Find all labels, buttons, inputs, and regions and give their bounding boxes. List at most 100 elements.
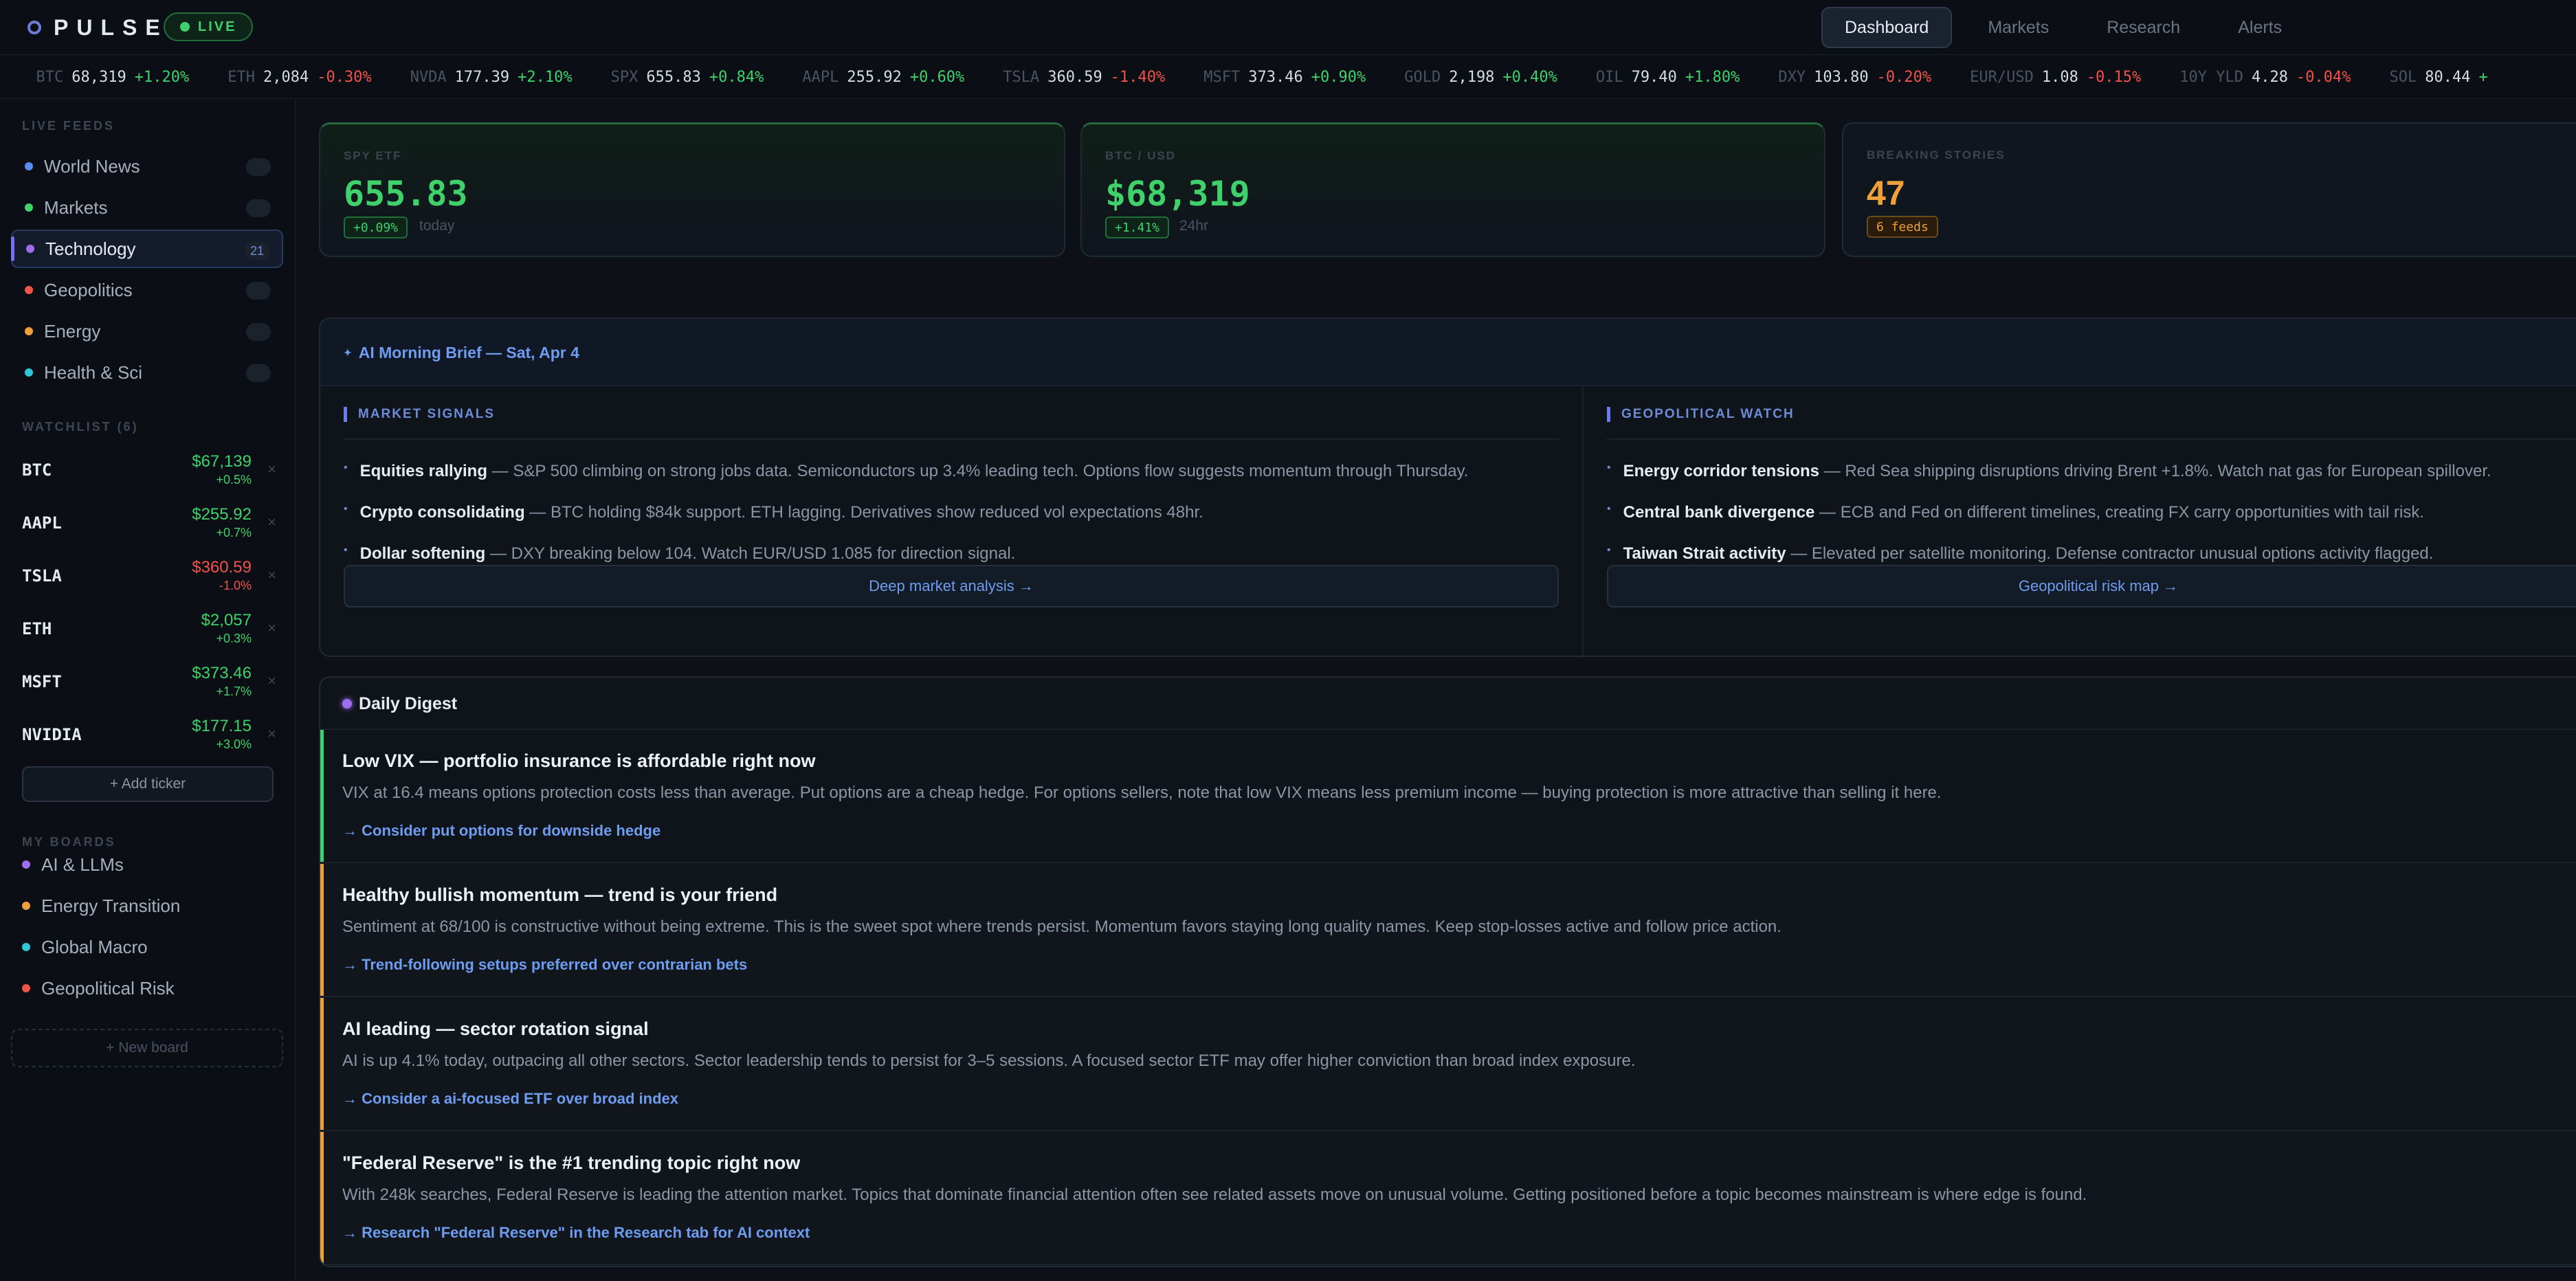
feed-count-badge: 21: [244, 242, 269, 260]
tab-research[interactable]: Research: [2085, 7, 2202, 48]
geopolitical-risk-map-button[interactable]: Geopolitical risk map →: [1607, 565, 2576, 608]
watchlist-label: WATCHLIST (6): [22, 420, 139, 434]
stat-feeds-badge: 6 feeds: [1867, 216, 1938, 238]
digest-item[interactable]: Healthy bullish momentum — trend is your…: [320, 864, 2576, 997]
stat-card-btc[interactable]: BTC / USD $68,319 +1.41% 24hr: [1080, 122, 1825, 257]
add-ticker-button[interactable]: + Add ticker: [22, 766, 274, 802]
digest-item-link[interactable]: → Trend-following setups preferred over …: [342, 956, 747, 974]
ticker-item[interactable]: ETH 2,084 -0.30%: [227, 69, 371, 86]
board-dot-icon: [22, 902, 30, 910]
digest-item-link[interactable]: → Research "Federal Reserve" in the Rese…: [342, 1224, 810, 1242]
digest-item-body: VIX at 16.4 means options protection cos…: [342, 783, 1942, 802]
tab-alerts[interactable]: Alerts: [2216, 7, 2304, 48]
digest-item-link[interactable]: → Consider a ai-focused ETF over broad i…: [342, 1090, 678, 1108]
watchlist-row[interactable]: NVIDIA $177.15 +3.0% ×: [22, 711, 276, 759]
ticker-item[interactable]: NVDA 177.39 +2.10%: [410, 69, 573, 86]
stat-sub: 24hr: [1179, 218, 1209, 234]
watchlist-row[interactable]: ETH $2,057 +0.3% ×: [22, 605, 276, 654]
ticker-symbol: SOL: [2389, 68, 2417, 86]
logo-ring-icon: [27, 21, 41, 34]
digest-item[interactable]: Low VIX — portfolio insurance is afforda…: [320, 730, 2576, 863]
watchlist-symbol: NVIDIA: [22, 725, 82, 744]
sparkle-icon: ✦: [344, 347, 352, 358]
board-dot-icon: [22, 943, 30, 951]
top-bar: PULSE LIVE Dashboard Markets Research Al…: [0, 0, 2576, 55]
ticker-item[interactable]: TSLA 360.59 -1.40%: [1003, 69, 1165, 86]
ticker-change: -1.40%: [1110, 68, 1166, 86]
board-item-ai-llms[interactable]: AI & LLMs: [22, 847, 124, 882]
ticker-item[interactable]: SOL 80.44 +: [2389, 69, 2487, 86]
ticker-item[interactable]: GOLD 2,198 +0.40%: [1404, 69, 1557, 86]
ticker-item[interactable]: MSFT 373.46 +0.90%: [1203, 69, 1366, 86]
bullet-dot-icon: •: [344, 503, 348, 515]
watchlist-row[interactable]: AAPL $255.92 +0.7% ×: [22, 500, 276, 548]
ticker-item[interactable]: AAPL 255.92 +0.60%: [802, 69, 964, 86]
watchlist-row[interactable]: MSFT $373.46 +1.7% ×: [22, 658, 276, 706]
remove-ticker-icon[interactable]: ×: [267, 513, 276, 531]
ticker-item[interactable]: OIL 79.40 +1.80%: [1596, 69, 1740, 86]
board-dot-icon: [22, 984, 30, 992]
stat-card-breaking[interactable]: BREAKING STORIES 47 6 feeds: [1842, 122, 2576, 257]
ticker-price: 2,084: [263, 68, 309, 86]
watchlist-symbol: MSFT: [22, 672, 62, 691]
ticker-item[interactable]: BTC 68,319 +1.20%: [36, 69, 190, 86]
sidebar-feed-health-sci[interactable]: Health & Sci: [11, 353, 283, 392]
sidebar-feed-world-news[interactable]: World News: [11, 147, 283, 186]
watchlist-row[interactable]: BTC $67,139 +0.5% ×: [22, 447, 276, 495]
sidebar-feed-markets[interactable]: Markets: [11, 188, 283, 227]
ticker-price: 1.08: [2041, 68, 2078, 86]
watchlist-symbol: AAPL: [22, 513, 62, 533]
sidebar-feed-energy[interactable]: Energy: [11, 312, 283, 350]
watchlist-change: -1.0%: [219, 579, 252, 592]
digest-item[interactable]: "Federal Reserve" is the #1 trending top…: [320, 1132, 2576, 1265]
stat-card-spy[interactable]: SPY ETF 655.83 +0.09% today: [319, 122, 1065, 257]
ticker-tape: 3%BTC68,319+1.20%ETH2,084-0.30%NVDA177.3…: [0, 55, 2576, 99]
ticker-item[interactable]: EUR/USD 1.08 -0.15%: [1970, 69, 2141, 86]
live-dot-icon: [180, 22, 190, 32]
new-board-button[interactable]: + New board: [11, 1029, 283, 1067]
logo[interactable]: PULSE: [27, 15, 168, 40]
watchlist-row[interactable]: TSLA $360.59 -1.0% ×: [22, 553, 276, 601]
ticker-item[interactable]: DXY 103.80 -0.20%: [1778, 69, 1931, 86]
brief-bullet: • Equities rallying — S&P 500 climbing on…: [344, 462, 1468, 481]
ticker-symbol: OIL: [1595, 68, 1623, 86]
stat-sub: today: [419, 218, 455, 234]
remove-ticker-icon[interactable]: ×: [267, 672, 276, 690]
sidebar-feed-technology[interactable]: Technology 21: [11, 230, 283, 268]
watchlist-symbol: TSLA: [22, 566, 62, 586]
bullet-title: Crypto consolidating: [359, 503, 525, 522]
board-item-energy-transition[interactable]: Energy Transition: [22, 889, 180, 923]
board-item-global-macro[interactable]: Global Macro: [22, 930, 148, 964]
ticker-price: 255.92: [847, 68, 902, 86]
watchlist-change: +3.0%: [216, 737, 252, 751]
digest-item-title: Healthy bullish momentum — trend is your…: [342, 884, 778, 905]
digest-item-link[interactable]: → Consider put options for downside hedg…: [342, 822, 660, 840]
deep-market-analysis-button[interactable]: Deep market analysis →: [344, 565, 1559, 608]
sidebar-feed-geopolitics[interactable]: Geopolitics: [11, 271, 283, 309]
digest-item-title: AI leading — sector rotation signal: [342, 1018, 649, 1039]
digest-item-title: Low VIX — portfolio insurance is afforda…: [342, 750, 816, 771]
ticker-price: 2,198: [1449, 68, 1495, 86]
tab-markets[interactable]: Markets: [1966, 7, 2071, 48]
ticker-change: -0.15%: [2086, 68, 2142, 86]
digest-item[interactable]: AI leading — sector rotation signal AI is…: [320, 998, 2576, 1131]
remove-ticker-icon[interactable]: ×: [267, 566, 276, 584]
bullet-text: Central bank divergence — ECB and Fed on…: [1623, 503, 2424, 522]
tab-dashboard[interactable]: Dashboard: [1821, 7, 1953, 48]
watchlist-price: $360.59: [192, 558, 252, 577]
ticker-price: 79.40: [1631, 68, 1677, 86]
feed-label: World News: [44, 155, 140, 177]
nav-tabs: Dashboard Markets Research Alerts: [1821, 7, 2304, 48]
board-item-geopolitical-risk[interactable]: Geopolitical Risk: [22, 971, 175, 1005]
remove-ticker-icon[interactable]: ×: [267, 460, 276, 478]
digest-dot-icon: [342, 699, 352, 709]
remove-ticker-icon[interactable]: ×: [267, 619, 276, 637]
ticker-item[interactable]: SPX 655.83 +0.84%: [611, 69, 764, 86]
bullet-body: — BTC holding $84k support. ETH lagging.…: [524, 503, 1203, 522]
remove-ticker-icon[interactable]: ×: [267, 725, 276, 743]
board-label: AI & LLMs: [41, 854, 124, 875]
ticker-price: 68,319: [71, 68, 126, 86]
digest-accent-bar: [320, 730, 324, 862]
ticker-symbol: DXY: [1778, 68, 1806, 86]
ticker-item[interactable]: 10Y YLD 4.28 -0.04%: [2179, 69, 2351, 86]
